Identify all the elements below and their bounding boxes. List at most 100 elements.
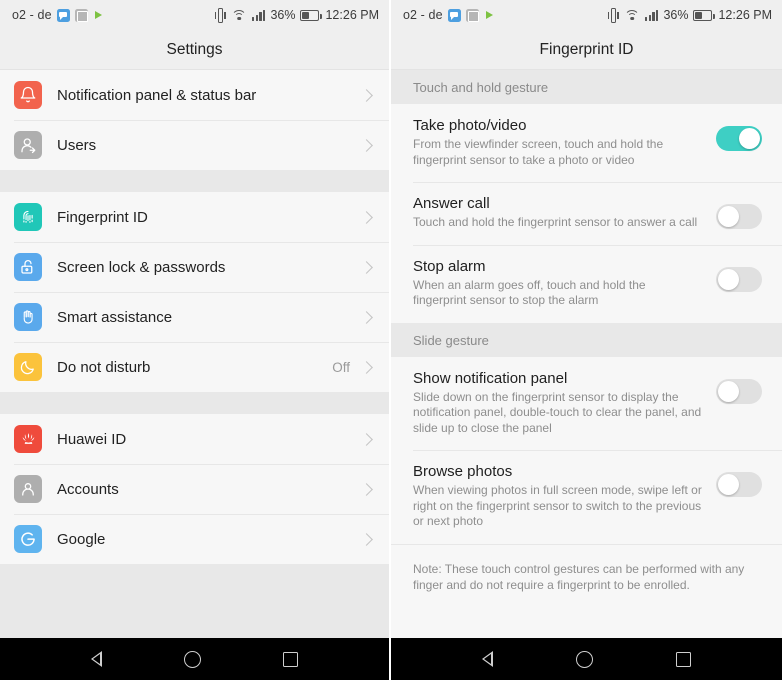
setting-title: Stop alarm	[413, 257, 486, 275]
chevron-right-icon	[360, 360, 373, 374]
right-phone-screen: o2 - de 36% 12:26 PM Fingerprint ID Touc…	[391, 0, 782, 680]
gallery-icon	[74, 8, 88, 22]
setting-title: Browse photos	[413, 463, 513, 480]
toggle-take-photo-video[interactable]	[716, 126, 762, 151]
settings-item-label: Accounts	[57, 480, 119, 498]
message-icon	[447, 8, 461, 22]
recents-icon[interactable]	[675, 651, 691, 667]
settings-item-notification-panel[interactable]: Notification panel & status bar	[0, 70, 389, 120]
group-separator	[0, 392, 389, 414]
setting-row-stop-alarm[interactable]: Stop alarm When an alarm goes off, touch…	[391, 244, 782, 323]
battery-percent-label: 36%	[663, 8, 689, 22]
settings-item-google[interactable]: Google	[0, 514, 389, 564]
settings-item-label: Notification panel & status bar	[57, 86, 257, 104]
wifi-icon	[624, 9, 640, 22]
huawei-logo-icon	[14, 425, 42, 453]
list-bottom-spacer	[0, 564, 389, 638]
hand-icon	[14, 303, 42, 331]
toggle-stop-alarm[interactable]	[716, 266, 762, 292]
setting-description: From the viewfinder screen, touch and ho…	[413, 137, 664, 167]
navigation-bar-right	[391, 638, 782, 680]
settings-item-do-not-disturb[interactable]: Do not disturb Off	[0, 342, 389, 392]
chevron-right-icon	[360, 210, 373, 224]
message-icon	[56, 8, 70, 22]
settings-item-smart-assistance[interactable]: Smart assistance	[0, 292, 389, 342]
play-store-icon	[93, 9, 104, 22]
settings-item-label: Huawei ID	[57, 430, 127, 448]
settings-item-label: Users	[57, 136, 97, 154]
fingerprint-icon	[14, 203, 42, 231]
account-icon	[14, 475, 42, 503]
clock-label: 12:26 PM	[325, 8, 379, 22]
recents-icon[interactable]	[283, 651, 298, 667]
status-bar-right: o2 - de 36% 12:26 PM	[391, 0, 782, 30]
page-title-left: Settings	[0, 30, 389, 70]
home-icon[interactable]	[184, 650, 201, 668]
settings-item-screen-lock[interactable]: Screen lock & passwords	[0, 242, 389, 292]
settings-item-users[interactable]: Users	[0, 120, 389, 170]
section-header-touch-hold: Touch and hold gesture	[391, 70, 782, 104]
page-title-right: Fingerprint ID	[391, 30, 782, 70]
moon-icon	[14, 353, 42, 381]
google-g-icon	[14, 525, 42, 553]
status-bar-left-group: o2 - de	[12, 8, 104, 22]
status-bar-left-group: o2 - de	[403, 8, 495, 22]
chevron-right-icon	[360, 310, 373, 324]
battery-icon	[693, 9, 715, 21]
chevron-right-icon	[360, 432, 373, 446]
chevron-right-icon	[360, 88, 373, 102]
signal-bars-icon	[645, 9, 659, 21]
setting-description: When viewing photos in full screen mode,…	[413, 483, 702, 528]
setting-row-text: Answer call Touch and hold the fingerpri…	[413, 195, 716, 231]
toggle-show-notification-panel[interactable]	[716, 378, 762, 404]
setting-row-answer-call[interactable]: Answer call Touch and hold the fingerpri…	[391, 182, 782, 245]
fingerprint-settings-list: Touch and hold gesture Take photo/video …	[391, 70, 782, 638]
status-bar-left: o2 - de 36% 12:26 PM	[0, 0, 389, 30]
setting-row-text: Browse photos When viewing photos in ful…	[413, 463, 716, 530]
settings-item-accounts[interactable]: Accounts	[0, 464, 389, 514]
status-bar-right-group: 36% 12:26 PM	[214, 7, 379, 23]
settings-item-label: Fingerprint ID	[57, 208, 148, 226]
settings-item-value: Off	[332, 359, 350, 375]
setting-description: Slide down on the fingerprint sensor to …	[413, 389, 702, 435]
section-header-slide-gesture: Slide gesture	[391, 322, 782, 357]
settings-group-3: Huawei ID Accounts Google	[0, 414, 389, 564]
user-add-icon	[14, 131, 42, 159]
setting-title: Answer call	[413, 195, 490, 212]
back-icon[interactable]	[482, 651, 494, 667]
settings-item-label: Smart assistance	[57, 308, 173, 326]
carrier-label: o2 - de	[12, 8, 52, 22]
group-separator	[0, 170, 389, 192]
status-bar-right-group: 36% 12:26 PM	[607, 7, 772, 23]
left-phone-screen: o2 - de 36% 12:26 PM Settings Notificati…	[0, 0, 391, 680]
toggle-browse-photos[interactable]	[716, 472, 762, 497]
vibrate-icon	[214, 7, 226, 23]
chevron-right-icon	[360, 138, 373, 152]
signal-bars-icon	[252, 9, 266, 21]
setting-description: Touch and hold the fingerprint sensor to…	[413, 215, 698, 229]
settings-item-fingerprint-id[interactable]: Fingerprint ID	[0, 192, 389, 242]
battery-percent-label: 36%	[270, 8, 296, 22]
setting-row-text: Stop alarm When an alarm goes off, touch…	[413, 258, 716, 309]
navigation-bar-left	[0, 638, 389, 680]
back-icon[interactable]	[91, 651, 102, 667]
clock-label: 12:26 PM	[718, 8, 772, 22]
settings-item-label: Do not disturb	[57, 358, 151, 376]
toggle-answer-call[interactable]	[716, 204, 762, 229]
dual-screenshot: o2 - de 36% 12:26 PM Settings Notificati…	[0, 0, 782, 680]
setting-row-take-photo-video[interactable]: Take photo/video From the viewfinder scr…	[391, 104, 782, 182]
home-icon[interactable]	[575, 650, 593, 668]
play-store-icon	[484, 9, 495, 22]
wifi-icon	[231, 9, 247, 22]
setting-row-show-notification-panel[interactable]: Show notification panel Slide down on th…	[391, 356, 782, 450]
setting-description: When an alarm goes off, touch and hold t…	[413, 277, 646, 308]
settings-item-label: Screen lock & passwords	[57, 258, 226, 276]
settings-item-huawei-id[interactable]: Huawei ID	[0, 414, 389, 464]
setting-row-text: Show notification panel Slide down on th…	[413, 370, 716, 437]
settings-list: Notification panel & status bar Users Fi…	[0, 70, 389, 638]
settings-item-label: Google	[57, 530, 106, 548]
settings-group-1: Notification panel & status bar Users	[0, 70, 389, 170]
setting-row-browse-photos[interactable]: Browse photos When viewing photos in ful…	[391, 450, 782, 544]
setting-title: Take photo/video	[413, 117, 527, 134]
settings-group-2: Fingerprint ID Screen lock & passwords S…	[0, 192, 389, 392]
